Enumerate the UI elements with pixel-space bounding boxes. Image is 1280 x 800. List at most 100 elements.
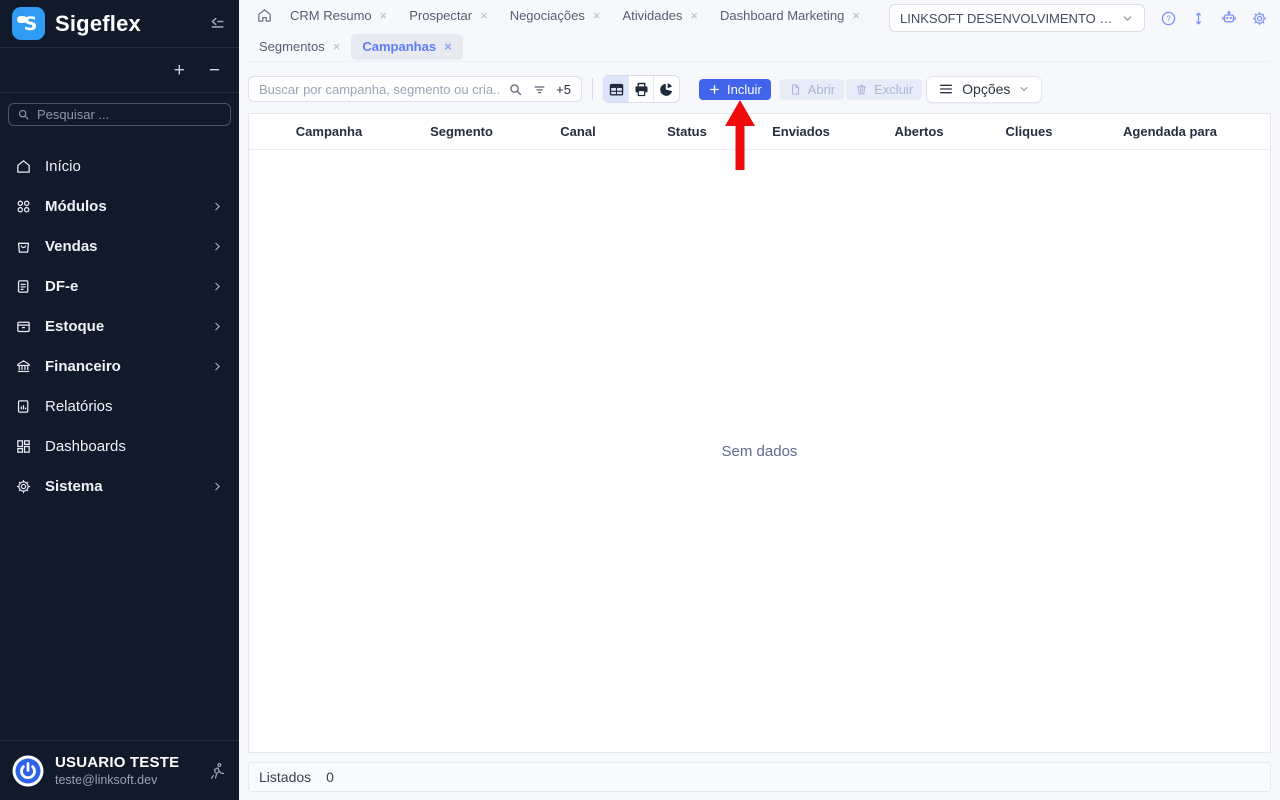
sidebar-item-vendas[interactable]: Vendas [0, 226, 239, 266]
delete-button[interactable]: Excluir [846, 79, 922, 100]
sidebar-item-estoque[interactable]: Estoque [0, 306, 239, 346]
tab-campanhas[interactable]: Campanhas× [351, 34, 462, 60]
column-header[interactable]: Abertos [870, 124, 968, 139]
updown-arrows-icon[interactable] [1190, 10, 1207, 27]
trash-icon [855, 83, 868, 96]
sidebar: S Sigeflex + − Início Módulos Vendas [0, 0, 239, 800]
listed-label: Listados [259, 769, 311, 785]
column-header[interactable]: Enviados [732, 124, 870, 139]
listed-count: 0 [326, 769, 334, 785]
chevron-right-icon [211, 200, 224, 213]
close-icon[interactable]: × [690, 9, 698, 22]
toolbar: +5 Incluir Abrir Excluir [248, 75, 1271, 103]
robot-icon[interactable] [1220, 9, 1238, 27]
column-header[interactable]: Segmento [409, 124, 514, 139]
shopping-bag-icon [15, 238, 32, 255]
divider [592, 78, 593, 100]
sigeflex-logo-icon: S [12, 7, 45, 40]
pie-chart-icon [658, 81, 675, 98]
dashboard-icon [15, 438, 32, 455]
table-search[interactable]: +5 [248, 76, 582, 102]
chevron-right-icon [211, 280, 224, 293]
chevron-right-icon [211, 360, 224, 373]
empty-state-text: Sem dados [722, 443, 798, 460]
sidebar-item-modulos[interactable]: Módulos [0, 186, 239, 226]
sidebar-search-input[interactable] [37, 107, 222, 122]
table-search-input[interactable] [259, 82, 499, 97]
list-footer: Listados 0 [248, 762, 1271, 792]
column-header[interactable]: Cliques [968, 124, 1090, 139]
sidebar-search[interactable] [8, 103, 231, 126]
collapse-all-icon[interactable]: − [209, 61, 220, 80]
chevron-right-icon [211, 320, 224, 333]
svg-text:?: ? [1166, 14, 1171, 23]
print-view-button[interactable] [629, 76, 654, 102]
inventory-box-icon [15, 318, 32, 335]
options-button[interactable]: Opções [926, 76, 1042, 103]
document-icon [15, 278, 32, 295]
chevron-down-icon [1121, 12, 1134, 25]
filter-count-badge[interactable]: +5 [556, 82, 571, 97]
include-button[interactable]: Incluir [699, 79, 771, 100]
gear-icon[interactable] [1251, 10, 1268, 27]
sidebar-item-inicio[interactable]: Início [0, 146, 239, 186]
brand-title: Sigeflex [55, 11, 141, 37]
company-select[interactable]: LINKSOFT DESENVOLVIMENTO DE ... [889, 4, 1145, 32]
table-view-button[interactable] [604, 76, 629, 102]
close-icon[interactable]: × [852, 9, 860, 22]
column-header[interactable]: Agendada para [1090, 124, 1250, 139]
sidebar-item-relatorios[interactable]: Relatórios [0, 386, 239, 426]
view-toggle-group [603, 75, 680, 103]
table-icon [608, 81, 625, 98]
home-icon[interactable] [256, 7, 273, 24]
company-select-value: LINKSOFT DESENVOLVIMENTO DE ... [900, 11, 1115, 26]
file-icon [789, 83, 802, 96]
close-icon[interactable]: × [333, 40, 341, 53]
chart-view-button[interactable] [654, 76, 679, 102]
user-panel[interactable]: USUARIO TESTE teste@linksoft.dev [0, 740, 239, 800]
tab-negociacoes[interactable]: Negociações× [499, 3, 612, 29]
tab-prospectar[interactable]: Prospectar× [398, 3, 498, 29]
filter-icon[interactable] [532, 82, 547, 97]
sidebar-item-dashboards[interactable]: Dashboards [0, 426, 239, 466]
logout-icon[interactable] [207, 761, 227, 781]
table-body: Sem dados [249, 150, 1270, 752]
tab-crm-resumo[interactable]: CRM Resumo× [279, 3, 398, 29]
chevron-right-icon [211, 480, 224, 493]
tab-atividades[interactable]: Atividades× [611, 3, 709, 29]
close-icon[interactable]: × [380, 9, 388, 22]
close-icon[interactable]: × [480, 9, 488, 22]
avatar [12, 755, 44, 787]
sidebar-quick-actions: + − [0, 48, 239, 93]
printer-icon [633, 81, 650, 98]
sidebar-item-financeiro[interactable]: Financeiro [0, 346, 239, 386]
help-icon[interactable]: ? [1160, 10, 1177, 27]
sidebar-header: S Sigeflex [0, 0, 239, 48]
gear-icon [15, 478, 32, 495]
sidebar-menu: Início Módulos Vendas DF-e Estoque Finan… [0, 146, 239, 506]
chevron-right-icon [211, 240, 224, 253]
expand-all-icon[interactable]: + [174, 61, 185, 80]
sidebar-item-sistema[interactable]: Sistema [0, 466, 239, 506]
plus-icon [708, 83, 721, 96]
menu-icon [938, 81, 954, 97]
bank-icon [15, 358, 32, 375]
close-icon[interactable]: × [444, 40, 452, 53]
search-icon [17, 108, 30, 121]
close-icon[interactable]: × [593, 9, 601, 22]
tab-segmentos[interactable]: Segmentos× [248, 34, 351, 60]
campaigns-table: Campanha Segmento Canal Status Enviados … [248, 113, 1271, 753]
collapse-sidebar-icon[interactable] [207, 14, 227, 34]
tab-dashboard-marketing[interactable]: Dashboard Marketing× [709, 3, 871, 29]
sidebar-item-dfe[interactable]: DF-e [0, 266, 239, 306]
modules-icon [15, 198, 32, 215]
report-chart-icon [15, 398, 32, 415]
open-button[interactable]: Abrir [780, 79, 844, 100]
search-icon[interactable] [508, 82, 523, 97]
tab-bar: CRM Resumo× Prospectar× Negociações× Ati… [248, 0, 1271, 62]
column-header[interactable]: Campanha [249, 124, 409, 139]
column-header[interactable]: Status [642, 124, 732, 139]
main-area: CRM Resumo× Prospectar× Negociações× Ati… [239, 0, 1280, 800]
user-email: teste@linksoft.dev [55, 773, 179, 787]
column-header[interactable]: Canal [514, 124, 642, 139]
